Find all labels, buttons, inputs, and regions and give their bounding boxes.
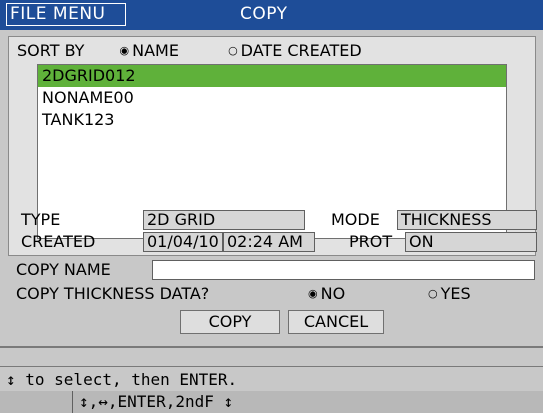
copy-button[interactable]: COPY	[180, 310, 280, 334]
list-item[interactable]: NONAME00	[38, 87, 506, 109]
mode-label: MODE	[331, 210, 380, 229]
copy-name-label: COPY NAME	[16, 260, 111, 279]
radio-unselected-icon: ○	[228, 44, 238, 57]
copy-data-no-option[interactable]: ◉ NO	[308, 284, 345, 304]
copy-form: COPY NAME COPY THICKNESS DATA? ◉ NO ○ YES …	[8, 256, 536, 340]
divider	[0, 366, 543, 367]
copy-thickness-data-label: COPY THICKNESS DATA?	[16, 284, 210, 303]
cancel-button[interactable]: CANCEL	[288, 310, 384, 334]
prot-field: ON	[405, 232, 537, 252]
sort-date-option[interactable]: ○ DATE CREATED	[228, 41, 362, 60]
list-item[interactable]: 2DGRID012	[38, 65, 506, 87]
radio-selected-icon: ◉	[308, 287, 318, 300]
copy-name-input[interactable]	[152, 260, 535, 280]
mode-field: THICKNESS	[397, 210, 537, 230]
type-label: TYPE	[21, 210, 61, 229]
divider	[0, 346, 543, 348]
yes-label: YES	[440, 284, 471, 303]
list-item[interactable]: TANK123	[38, 109, 506, 131]
type-field: 2D GRID	[143, 210, 305, 230]
created-time-field: 02:24 AM	[223, 232, 315, 252]
created-label: CREATED	[21, 232, 96, 251]
screen-title: COPY	[240, 4, 288, 24]
key-hint: ↕,↔,ENTER,2ndF ↕	[72, 391, 332, 413]
sort-name-label: NAME	[132, 41, 179, 60]
key-hint-bar: ↕,↔,ENTER,2ndF ↕	[0, 391, 543, 413]
title-bar: FILE MENU COPY	[0, 0, 543, 30]
sort-row: SORT BY ◉ NAME ○ DATE CREATED	[17, 41, 362, 61]
copy-data-yes-option[interactable]: ○ YES	[428, 284, 471, 304]
created-date-field: 01/04/10	[143, 232, 223, 252]
status-message: ↕ to select, then ENTER.	[6, 370, 238, 389]
file-menu-tab[interactable]: FILE MENU	[6, 3, 126, 26]
file-selection-panel: SORT BY ◉ NAME ○ DATE CREATED 2DGRID012 NO…	[8, 36, 537, 256]
sort-by-label: SORT BY	[17, 41, 85, 60]
radio-unselected-icon: ○	[428, 287, 438, 300]
radio-selected-icon: ◉	[119, 44, 130, 57]
created-row: CREATED 01/04/10 02:24 AM PROT ON	[9, 231, 543, 253]
no-label: NO	[320, 284, 346, 303]
type-row: TYPE 2D GRID MODE THICKNESS	[9, 209, 543, 231]
sort-date-label: DATE CREATED	[240, 41, 362, 60]
sort-name-option[interactable]: ◉ NAME	[120, 41, 185, 60]
prot-label: PROT	[349, 232, 393, 251]
